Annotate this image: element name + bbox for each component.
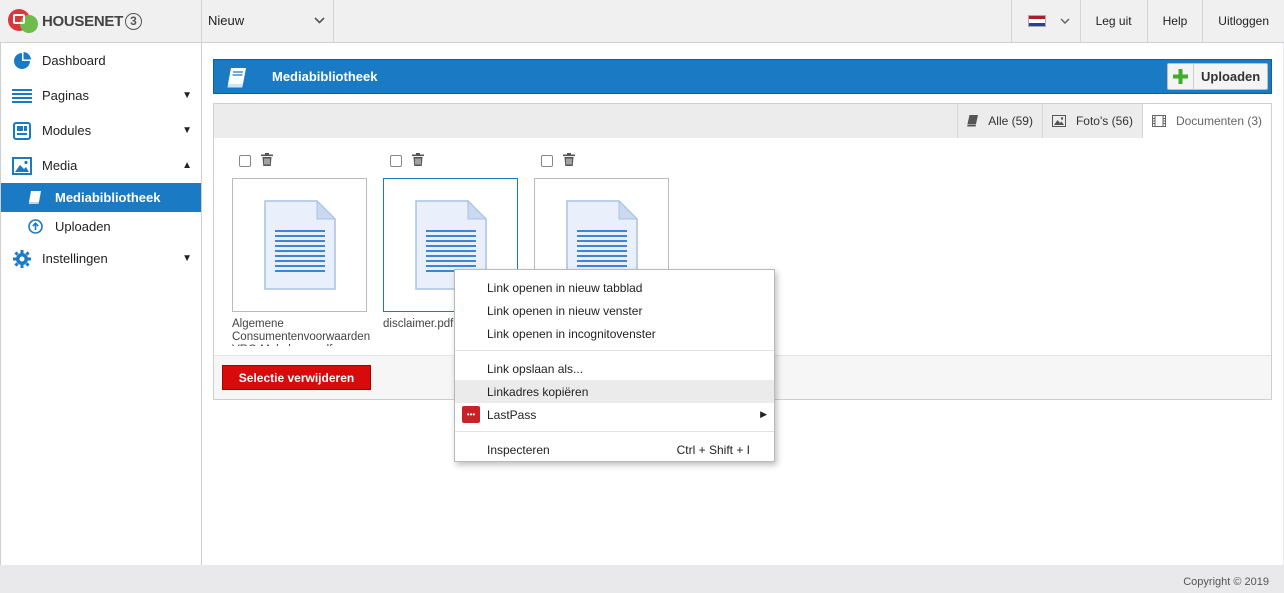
site-select[interactable]: Nieuw bbox=[202, 0, 334, 42]
menu-inspect-shortcut: Ctrl + Shift + I bbox=[676, 442, 750, 457]
trash-icon[interactable] bbox=[261, 153, 273, 169]
submenu-arrow-icon: ▶ bbox=[760, 409, 767, 419]
menu-separator bbox=[455, 431, 774, 432]
menu-lastpass-label: LastPass bbox=[487, 407, 537, 422]
book-icon bbox=[27, 190, 43, 206]
caret-down-icon: ▼ bbox=[182, 253, 192, 264]
file-name[interactable]: Algemene Consumentenvoorwaarden VRO Make… bbox=[232, 318, 382, 346]
list-icon bbox=[12, 86, 32, 106]
filter-documents[interactable]: Documenten (3) bbox=[1141, 104, 1271, 138]
upload-button[interactable]: Uploaden bbox=[1167, 63, 1268, 90]
sidebar: Dashboard Paginas ▼ Modules ▼ Media ▲ Me… bbox=[0, 43, 202, 565]
trash-icon[interactable] bbox=[563, 153, 575, 169]
filter-photos-label: Foto's (56) bbox=[1075, 114, 1133, 128]
media-tile: Algemene Consumentenvoorwaarden VRO Make… bbox=[232, 152, 370, 346]
top-bar: HOUSENET 3 Nieuw Leg uit Help Uitloggen bbox=[0, 0, 1284, 43]
film-icon bbox=[1151, 115, 1166, 127]
book-icon bbox=[967, 115, 979, 127]
sidebar-item-mediabibliotheek[interactable]: Mediabibliotheek bbox=[1, 183, 201, 212]
image-icon bbox=[1051, 115, 1066, 127]
filter-photos[interactable]: Foto's (56) bbox=[1041, 104, 1142, 138]
logout-button[interactable]: Uitloggen bbox=[1202, 0, 1284, 42]
nl-flag-icon bbox=[1027, 15, 1046, 27]
chevron-down-icon bbox=[314, 15, 325, 27]
copyright: Copyright © 2019 bbox=[1183, 576, 1269, 588]
help-button[interactable]: Help bbox=[1146, 0, 1203, 42]
upload-button-label: Uploaden bbox=[1201, 69, 1261, 84]
modules-icon bbox=[12, 121, 32, 141]
pie-chart-icon bbox=[12, 51, 32, 71]
menu-lastpass[interactable]: ••• LastPass ▶ bbox=[455, 403, 774, 426]
menu-save-link-as[interactable]: Link opslaan als... bbox=[455, 357, 774, 380]
gear-icon bbox=[12, 249, 32, 269]
sidebar-item-label: Instellingen bbox=[42, 251, 108, 266]
sidebar-item-label: Media bbox=[42, 158, 78, 173]
sidebar-item-uploaden[interactable]: Uploaden bbox=[1, 212, 201, 241]
chevron-down-icon bbox=[1060, 16, 1070, 27]
sidebar-item-label: Modules bbox=[42, 123, 92, 138]
sidebar-item-modules[interactable]: Modules ▼ bbox=[1, 113, 201, 148]
page-header: Mediabibliotheek Uploaden bbox=[213, 59, 1272, 94]
upload-icon bbox=[27, 219, 43, 235]
document-thumbnail[interactable] bbox=[232, 178, 367, 312]
caret-down-icon: ▼ bbox=[182, 90, 192, 101]
sidebar-item-media[interactable]: Media ▲ bbox=[1, 148, 201, 183]
menu-copy-link-address[interactable]: Linkadres kopiëren bbox=[455, 380, 774, 403]
page-title: Mediabibliotheek bbox=[272, 69, 378, 84]
menu-open-incognito[interactable]: Link openen in incognitovenster bbox=[455, 322, 774, 345]
filter-documents-label: Documenten (3) bbox=[1175, 114, 1262, 128]
sidebar-item-label: Paginas bbox=[42, 88, 89, 103]
menu-open-new-tab[interactable]: Link openen in nieuw tabblad bbox=[455, 276, 774, 299]
book-icon bbox=[226, 67, 246, 88]
delete-selection-button[interactable]: Selectie verwijderen bbox=[222, 365, 371, 390]
site-select-value: Nieuw bbox=[208, 13, 245, 28]
select-checkbox[interactable] bbox=[390, 155, 402, 167]
language-select[interactable] bbox=[1010, 0, 1080, 42]
image-icon bbox=[12, 156, 32, 176]
housenet-logo-icon bbox=[8, 9, 38, 33]
logo[interactable]: HOUSENET 3 bbox=[0, 0, 202, 42]
select-checkbox[interactable] bbox=[541, 155, 553, 167]
menu-separator bbox=[455, 350, 774, 351]
filter-all-label: Alle (59) bbox=[988, 114, 1033, 128]
menu-inspect[interactable]: Inspecteren Ctrl + Shift + I bbox=[455, 438, 774, 461]
brand-version: 3 bbox=[124, 12, 142, 30]
sidebar-item-label: Dashboard bbox=[42, 53, 106, 68]
menu-inspect-label: Inspecteren bbox=[487, 442, 550, 457]
trash-icon[interactable] bbox=[412, 153, 424, 169]
sidebar-item-paginas[interactable]: Paginas ▼ bbox=[1, 78, 201, 113]
caret-up-icon: ▲ bbox=[182, 160, 192, 171]
explain-button[interactable]: Leg uit bbox=[1079, 0, 1147, 42]
filter-all[interactable]: Alle (59) bbox=[957, 104, 1042, 138]
plus-icon bbox=[1168, 64, 1194, 89]
document-icon bbox=[263, 199, 336, 290]
caret-down-icon: ▼ bbox=[182, 125, 192, 136]
sidebar-item-instellingen[interactable]: Instellingen ▼ bbox=[1, 241, 201, 276]
menu-open-new-window[interactable]: Link openen in nieuw venster bbox=[455, 299, 774, 322]
lastpass-icon: ••• bbox=[462, 406, 480, 423]
sidebar-item-dashboard[interactable]: Dashboard bbox=[1, 43, 201, 78]
filter-bar: Alle (59) Foto's (56) Documenten (3) bbox=[214, 104, 1271, 138]
sidebar-subitem-label: Uploaden bbox=[55, 219, 111, 234]
context-menu: Link openen in nieuw tabblad Link openen… bbox=[454, 269, 775, 462]
brand-name: HOUSENET bbox=[42, 12, 123, 30]
select-checkbox[interactable] bbox=[239, 155, 251, 167]
sidebar-subitem-label: Mediabibliotheek bbox=[55, 190, 161, 205]
